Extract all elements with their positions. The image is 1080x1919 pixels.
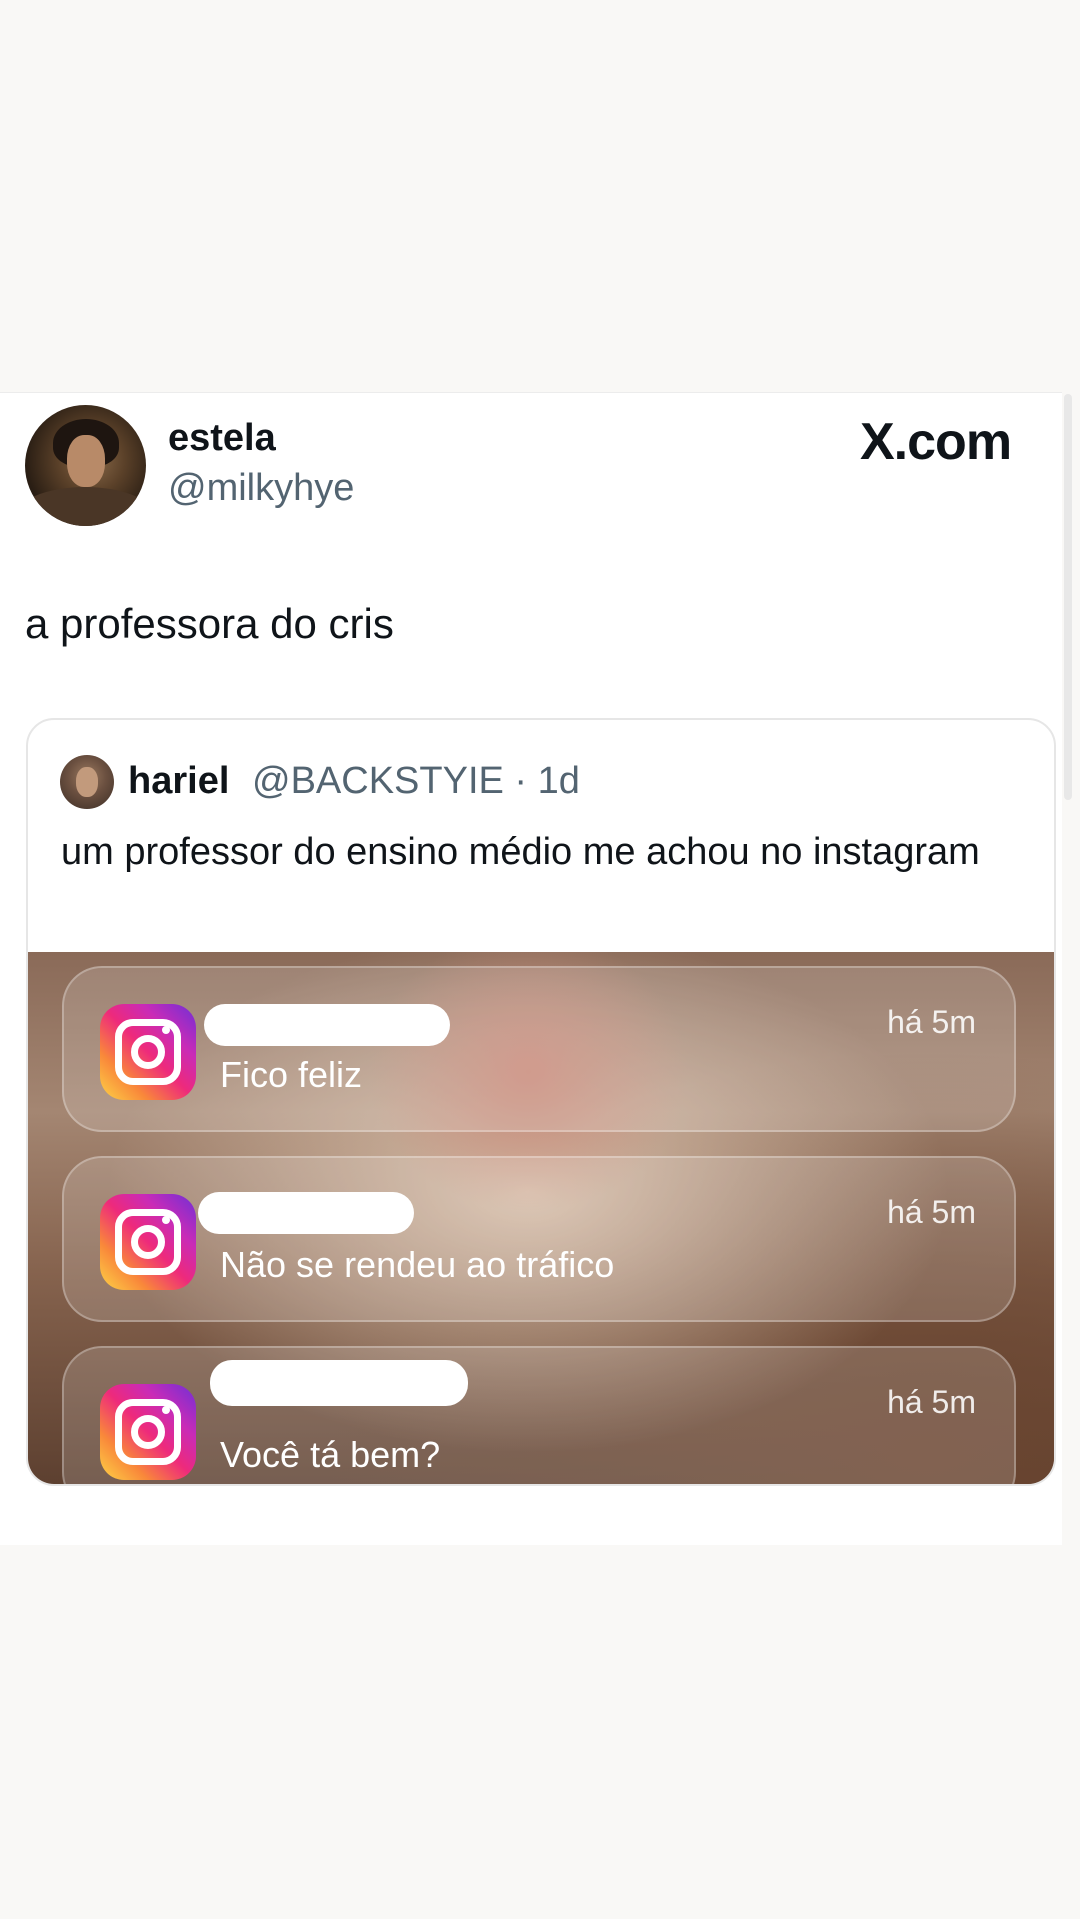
instagram-icon	[100, 1384, 196, 1480]
notification-message: Não se rendeu ao tráfico	[220, 1244, 615, 1285]
author-avatar[interactable]	[25, 405, 146, 526]
quoted-tweet-image[interactable]: há 5m Fico feliz há 5m Não se rendeu ao …	[28, 952, 1054, 1484]
scrollbar	[1064, 394, 1072, 800]
author-handle[interactable]: @milkyhye	[168, 467, 354, 510]
author-display-name[interactable]: estela	[168, 417, 276, 460]
notification-card: há 5m Fico feliz	[62, 966, 1016, 1132]
quoted-author-name[interactable]: hariel	[128, 760, 229, 803]
notification-card: há 5m Você tá bem?	[62, 1346, 1016, 1484]
tweet-text: a professora do cris	[25, 600, 394, 647]
instagram-icon	[100, 1004, 196, 1100]
redacted-sender	[210, 1360, 468, 1406]
quoted-tweet-text: um professor do ensino médio me achou no…	[61, 831, 980, 873]
instagram-icon	[100, 1194, 196, 1290]
notification-time: há 5m	[887, 1384, 976, 1420]
notification-message: Fico feliz	[220, 1054, 363, 1095]
story-page: estela @milkyhye X.com a professora do c…	[0, 0, 1080, 1919]
notification-message: Você tá bem?	[220, 1434, 441, 1475]
redacted-sender	[198, 1192, 414, 1234]
redacted-sender	[204, 1004, 450, 1046]
quoted-author-avatar[interactable]	[60, 755, 114, 809]
quoted-tweet[interactable]: hariel @BACKSTYIE · 1d um professor do e…	[26, 718, 1056, 1486]
quoted-author-handle[interactable]: @BACKSTYIE · 1d	[252, 760, 580, 803]
x-logo: X.com	[860, 413, 1012, 471]
notification-time: há 5m	[887, 1194, 976, 1230]
notification-time: há 5m	[887, 1004, 976, 1040]
notification-card: há 5m Não se rendeu ao tráfico	[62, 1156, 1016, 1322]
